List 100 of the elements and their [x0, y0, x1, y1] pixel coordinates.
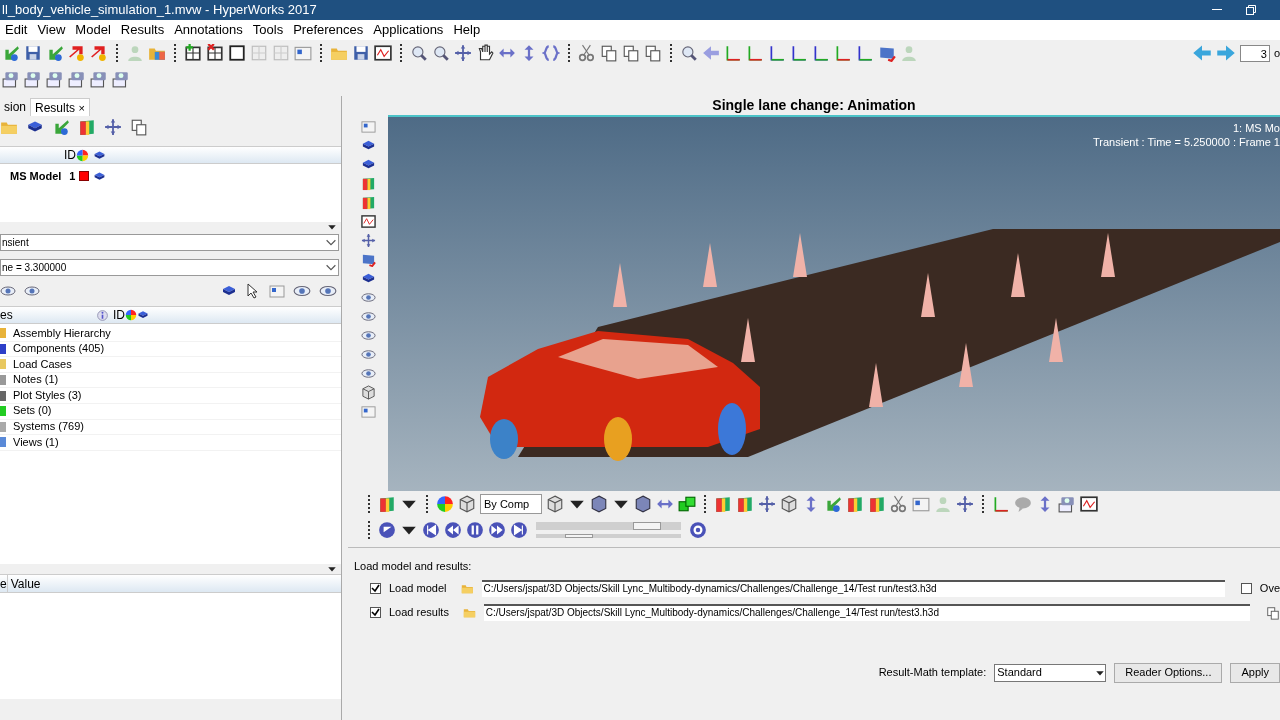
save-icon[interactable]	[352, 44, 370, 62]
copy-icon[interactable]	[622, 44, 640, 62]
settings-icon[interactable]	[689, 521, 707, 539]
panel-icon[interactable]	[360, 404, 376, 419]
camera-icon[interactable]	[112, 70, 130, 88]
tree-item[interactable]: Components (405)	[10, 341, 105, 357]
move-icon[interactable]	[956, 495, 974, 513]
monitor-icon[interactable]	[360, 252, 376, 267]
column-header[interactable]: e	[0, 574, 7, 593]
axes-icon[interactable]	[724, 44, 742, 62]
scissors-icon[interactable]	[890, 495, 908, 513]
cube-icon[interactable]	[137, 309, 149, 321]
dialog-button[interactable]: Apply	[1230, 662, 1280, 683]
contour-icon[interactable]	[378, 495, 396, 513]
fast-forward-icon[interactable]	[488, 521, 506, 539]
move-icon[interactable]	[758, 495, 776, 513]
color-swatch[interactable]	[79, 171, 90, 181]
column-header[interactable]: ID	[113, 306, 125, 324]
menu-item[interactable]: Preferences	[288, 20, 369, 40]
eye-icon[interactable]	[24, 283, 40, 299]
menu-item[interactable]: Tools	[247, 20, 289, 40]
import-arrow-icon[interactable]	[824, 495, 842, 513]
import-arrow-icon[interactable]	[46, 44, 64, 62]
pause-icon[interactable]	[466, 521, 484, 539]
copy-icon[interactable]	[600, 44, 618, 62]
hand-icon[interactable]	[476, 44, 494, 62]
monitor-icon[interactable]	[878, 44, 896, 62]
window-icon[interactable]	[228, 44, 246, 62]
contour-icon[interactable]	[78, 118, 96, 136]
eye-icon[interactable]	[360, 328, 376, 343]
path-field[interactable]: C:/Users/jspat/3D Objects/Skill Lync_Multibody-dynamics/Challenges/Challenge_14/Test run/test3.h3d	[483, 604, 1250, 621]
camera-icon[interactable]	[24, 70, 42, 88]
menu-item[interactable]: Annotations	[169, 20, 248, 40]
minimize-icon[interactable]	[1212, 9, 1222, 11]
last-frame-icon[interactable]	[510, 521, 528, 539]
cube-icon[interactable]	[590, 495, 608, 513]
tree-item[interactable]: Assembly Hierarchy	[10, 325, 111, 342]
axes-icon[interactable]	[746, 44, 764, 62]
axes-icon[interactable]	[992, 495, 1010, 513]
move-icon[interactable]	[360, 233, 376, 248]
info-icon[interactable]	[96, 308, 109, 322]
zoom-icon[interactable]	[432, 44, 450, 62]
checkbox[interactable]	[370, 607, 381, 618]
color-mode-select[interactable]: By Comp	[480, 494, 542, 514]
import-arrow-icon[interactable]	[52, 118, 70, 136]
model-name[interactable]: MS Model	[10, 167, 62, 185]
wireframe-cube-icon[interactable]	[780, 495, 798, 513]
export-arrow-icon[interactable]	[90, 44, 108, 62]
delete-window-icon[interactable]	[206, 44, 224, 62]
axes-icon[interactable]	[834, 44, 852, 62]
copy-icon[interactable]	[1266, 606, 1280, 621]
cube-icon[interactable]	[93, 148, 106, 162]
camera-icon[interactable]	[68, 70, 86, 88]
close-icon[interactable]: ×	[78, 102, 85, 114]
menu-item[interactable]: View	[32, 20, 71, 40]
camera-icon[interactable]	[90, 70, 108, 88]
brackets-icon[interactable]	[542, 44, 560, 62]
contour-icon[interactable]	[868, 495, 886, 513]
panel-tab[interactable]: Results ×	[30, 98, 90, 116]
zoom-icon[interactable]	[680, 44, 698, 62]
animation-icon[interactable]	[378, 521, 396, 539]
contour-icon[interactable]	[714, 495, 732, 513]
contour-icon[interactable]	[360, 176, 376, 191]
eye-icon[interactable]	[0, 283, 16, 299]
template-select[interactable]: Standard	[994, 663, 1107, 682]
color-wheel-icon[interactable]	[125, 309, 137, 321]
color-wheel-icon[interactable]	[76, 148, 89, 162]
camera-icon[interactable]	[46, 70, 64, 88]
save-icon[interactable]	[24, 44, 42, 62]
panel-icon[interactable]	[294, 44, 312, 62]
color-wheel-icon[interactable]	[436, 495, 454, 513]
panel-tab[interactable]: sion	[0, 98, 30, 116]
result-type-select[interactable]: nsient	[0, 234, 339, 251]
copy-icon[interactable]	[130, 118, 148, 136]
menu-item[interactable]: Edit	[0, 20, 33, 40]
stacked-cubes-icon[interactable]	[678, 495, 696, 513]
copy-icon[interactable]	[644, 44, 662, 62]
time-step-select[interactable]: ne = 3.300000	[0, 259, 339, 276]
camera-icon[interactable]	[2, 70, 20, 88]
tree-item[interactable]: Systems (769)	[10, 419, 84, 435]
menu-item[interactable]: Results	[115, 20, 170, 40]
column-header[interactable]: es	[0, 306, 96, 324]
animation-slider[interactable]	[536, 522, 681, 530]
tree-item[interactable]: Notes (1)	[10, 372, 59, 388]
chart-window-icon[interactable]	[374, 44, 392, 62]
wireframe-cube-icon[interactable]	[546, 495, 564, 513]
restore-icon[interactable]	[1246, 5, 1256, 15]
tree-item[interactable]: Sets (0)	[10, 403, 52, 420]
path-field[interactable]: C:/Users/jspat/3D Objects/Skill Lync_Multibody-dynamics/Challenges/Challenge_14/Test run/test3.h3d	[481, 580, 1226, 597]
column-header[interactable]: Value	[6, 574, 41, 593]
chart-window-icon[interactable]	[1080, 495, 1098, 513]
eye-icon[interactable]	[360, 366, 376, 381]
axes-icon[interactable]	[790, 44, 808, 62]
slider-thumb[interactable]	[633, 522, 662, 530]
menu-item[interactable]: Model	[70, 20, 116, 40]
cube-icon[interactable]	[93, 169, 107, 183]
checkbox[interactable]	[370, 583, 381, 594]
tree-item[interactable]: Load Cases	[10, 356, 72, 373]
contour-icon[interactable]	[360, 195, 376, 210]
tree-item[interactable]: Plot Styles (3)	[10, 387, 82, 404]
